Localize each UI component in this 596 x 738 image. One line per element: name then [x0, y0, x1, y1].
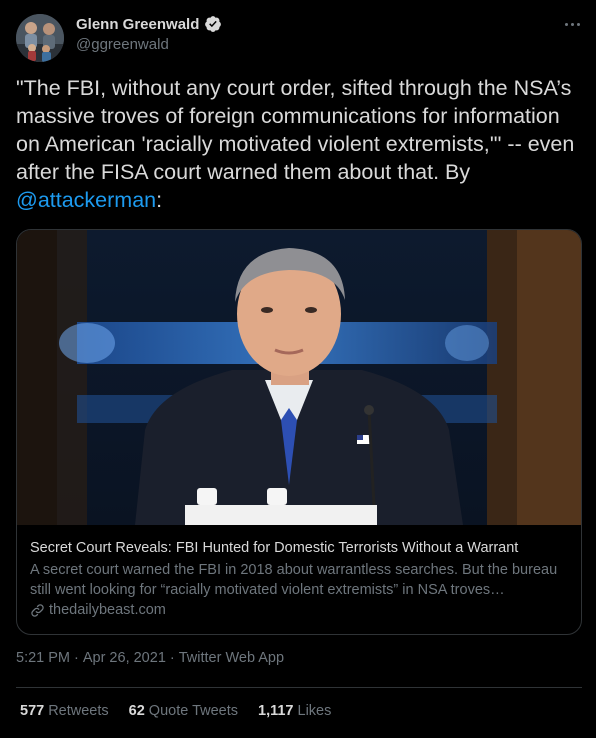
retweets-count: 577	[20, 703, 45, 719]
more-dot-icon	[564, 22, 568, 26]
tweet-source[interactable]: Twitter Web App	[179, 650, 284, 666]
tweet-text: "The FBI, without any court order, sifte…	[16, 74, 582, 214]
card-image	[17, 230, 581, 525]
quote-tweets-stat[interactable]: 62 Quote Tweets	[129, 703, 238, 719]
card-title: Secret Court Reveals: FBI Hunted for Dom…	[30, 540, 519, 556]
more-dot-icon	[570, 22, 574, 26]
likes-stat[interactable]: 1,117 Likes	[258, 703, 331, 719]
tweet-text-end: :	[156, 188, 163, 212]
author-handle[interactable]: @ggreenwald	[76, 36, 169, 53]
quote-tweets-label: Quote Tweets	[148, 703, 238, 719]
quote-tweets-count: 62	[128, 703, 145, 719]
tweet-date[interactable]: Apr 26, 2021	[83, 650, 166, 666]
author-display-name[interactable]: Glenn Greenwald	[76, 16, 199, 33]
author-name-row: Glenn Greenwald	[76, 15, 222, 33]
tweet-text-body: "The FBI, without any court order, sifte…	[16, 76, 575, 184]
card-description: A secret court warned the FBI in 2018 ab…	[30, 562, 558, 598]
article-photo-icon	[17, 230, 581, 525]
verified-badge-icon	[205, 16, 222, 32]
link-preview-card[interactable]: Secret Court Reveals: FBI Hunted for Dom…	[16, 229, 582, 635]
link-icon	[31, 603, 44, 617]
mention-link[interactable]: @attackerman	[16, 188, 156, 212]
meta-separator: ·	[74, 650, 79, 666]
tweet-meta: 5:21 PM · Apr 26, 2021 · Twitter Web App	[16, 650, 284, 666]
tweet-stats: 577 Retweets 62 Quote Tweets 1,117 Likes	[20, 703, 331, 719]
tweet-time[interactable]: 5:21 PM	[16, 650, 70, 666]
likes-label: Likes	[297, 703, 332, 719]
likes-count: 1,117	[258, 703, 294, 719]
more-options-button[interactable]	[560, 12, 584, 36]
card-domain: thedailybeast.com	[49, 602, 166, 618]
author-avatar[interactable]	[16, 14, 64, 62]
meta-separator: ·	[169, 650, 175, 666]
retweets-stat[interactable]: 577 Retweets	[20, 703, 109, 719]
retweets-label: Retweets	[48, 703, 109, 719]
more-dot-icon	[576, 22, 580, 26]
card-domain-row: thedailybeast.com	[30, 602, 166, 618]
avatar-photo-icon	[16, 14, 64, 62]
divider	[16, 687, 582, 688]
